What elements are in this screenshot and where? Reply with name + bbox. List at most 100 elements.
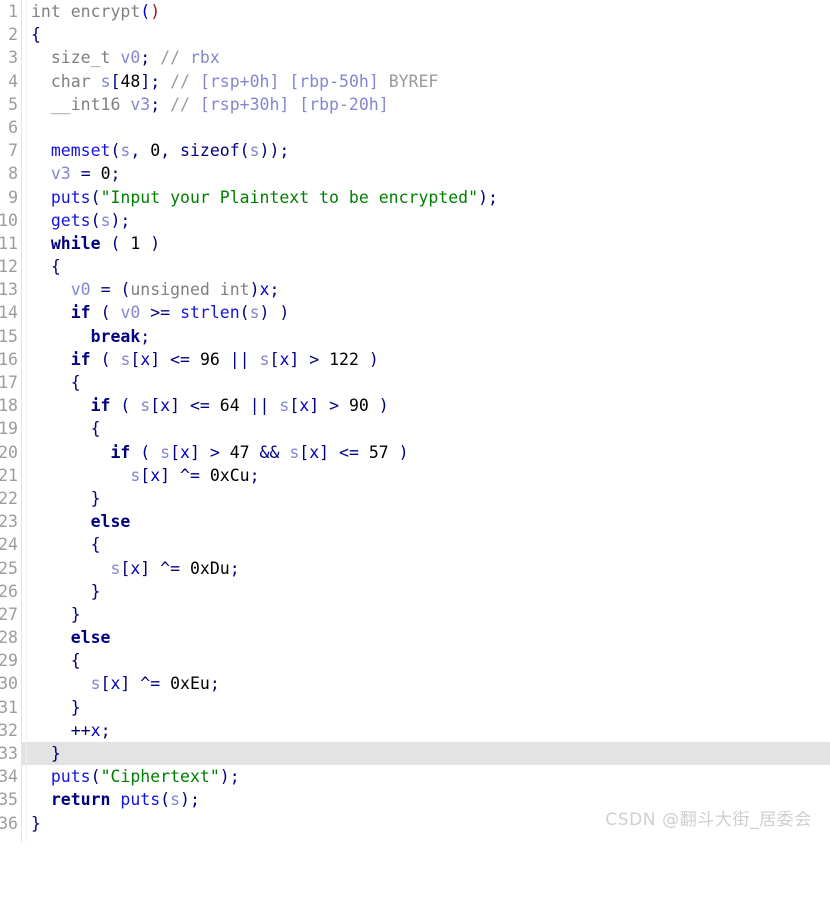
- line-content[interactable]: }: [31, 603, 81, 626]
- code-line[interactable]: 6: [0, 116, 830, 139]
- token-function-call[interactable]: gets: [51, 211, 91, 230]
- code-line[interactable]: 22 }: [0, 487, 830, 510]
- token-variable[interactable]: x: [279, 350, 289, 369]
- token-variable[interactable]: s: [120, 350, 130, 369]
- token-variable[interactable]: s: [110, 559, 120, 578]
- code-line[interactable]: 23 else: [0, 510, 830, 533]
- token-string[interactable]: "Ciphertext": [101, 767, 220, 786]
- code-line[interactable]: 2 {: [0, 23, 830, 46]
- line-content[interactable]: {: [31, 371, 81, 394]
- line-content[interactable]: }: [31, 696, 81, 719]
- code-line[interactable]: 18 if ( s[x] <= 64 || s[x] > 90 ): [0, 394, 830, 417]
- token-variable[interactable]: s: [260, 350, 270, 369]
- token-variable[interactable]: x: [150, 466, 160, 485]
- code-line[interactable]: 13 v0 = (unsigned int)x;: [0, 278, 830, 301]
- token-variable[interactable]: v3: [51, 164, 71, 183]
- code-line[interactable]: 19 {: [0, 417, 830, 440]
- code-line-container[interactable]: 1 int encrypt() 2 { 3 size_t v0; // rbx …: [0, 0, 830, 835]
- token-variable[interactable]: s: [289, 443, 299, 462]
- line-content[interactable]: {: [31, 23, 41, 46]
- token-variable[interactable]: s: [279, 396, 289, 415]
- line-content[interactable]: s[x] ^= 0xCu;: [31, 464, 259, 487]
- line-content[interactable]: if ( s[x] <= 64 || s[x] > 90 ): [31, 394, 389, 417]
- line-content[interactable]: v0 = (unsigned int)x;: [31, 278, 280, 301]
- line-content[interactable]: else: [31, 626, 111, 649]
- token-string[interactable]: "Input your Plaintext to be encrypted": [101, 188, 479, 207]
- code-line[interactable]: 5 __int16 v3; // [rsp+30h] [rbp-20h]: [0, 93, 830, 116]
- line-content[interactable]: }: [31, 487, 101, 510]
- token-variable[interactable]: v0: [71, 280, 91, 299]
- code-line[interactable]: 10 gets(s);: [0, 209, 830, 232]
- code-line[interactable]: 28 else: [0, 626, 830, 649]
- line-content[interactable]: __int16 v3; // [rsp+30h] [rbp-20h]: [31, 93, 389, 116]
- code-line[interactable]: 14 if ( v0 >= strlen(s) ): [0, 301, 830, 324]
- token-function-call[interactable]: puts: [120, 790, 160, 809]
- code-line[interactable]: 17 {: [0, 371, 830, 394]
- token-function-name[interactable]: encrypt: [71, 2, 141, 21]
- line-content[interactable]: memset(s, 0, sizeof(s));: [31, 139, 289, 162]
- line-content[interactable]: int encrypt(): [31, 0, 160, 23]
- token-variable[interactable]: v0: [120, 303, 140, 322]
- line-content[interactable]: ++x;: [31, 719, 111, 742]
- code-line[interactable]: 31 }: [0, 696, 830, 719]
- token-variable[interactable]: x: [299, 396, 309, 415]
- line-content[interactable]: v3 = 0;: [31, 162, 121, 185]
- token-variable[interactable]: s: [91, 674, 101, 693]
- token-variable[interactable]: s: [120, 141, 130, 160]
- line-content[interactable]: {: [31, 533, 101, 556]
- code-line[interactable]: 20 if ( s[x] > 47 && s[x] <= 57 ): [0, 441, 830, 464]
- token-variable[interactable]: x: [91, 721, 101, 740]
- code-line-current[interactable]: 33 }: [0, 742, 830, 766]
- token-variable[interactable]: x: [140, 350, 150, 369]
- token-variable[interactable]: x: [180, 443, 190, 462]
- code-line[interactable]: 8 v3 = 0;: [0, 162, 830, 185]
- line-content[interactable]: puts("Ciphertext");: [31, 765, 240, 788]
- code-line[interactable]: 15 break;: [0, 325, 830, 348]
- code-line[interactable]: 32 ++x;: [0, 719, 830, 742]
- code-line[interactable]: 29 {: [0, 649, 830, 672]
- line-content[interactable]: if ( v0 >= strlen(s) ): [31, 301, 290, 324]
- line-content[interactable]: {: [31, 417, 101, 440]
- code-line[interactable]: 3 size_t v0; // rbx: [0, 46, 830, 69]
- code-line[interactable]: 7 memset(s, 0, sizeof(s));: [0, 139, 830, 162]
- token-variable[interactable]: v0: [120, 48, 140, 67]
- line-content[interactable]: if ( s[x] <= 96 || s[x] > 122 ): [31, 348, 379, 371]
- token-variable[interactable]: x: [110, 674, 120, 693]
- line-content[interactable]: gets(s);: [31, 209, 131, 232]
- token-function-call[interactable]: puts: [51, 767, 91, 786]
- token-variable[interactable]: s: [140, 396, 150, 415]
- token-variable[interactable]: x: [260, 280, 270, 299]
- line-content[interactable]: }: [31, 742, 61, 765]
- token-variable[interactable]: s: [101, 211, 111, 230]
- pseudocode-view[interactable]: 1 int encrypt() 2 { 3 size_t v0; // rbx …: [0, 0, 830, 842]
- line-content[interactable]: else: [31, 510, 131, 533]
- code-line[interactable]: 16 if ( s[x] <= 96 || s[x] > 122 ): [0, 348, 830, 371]
- token-variable[interactable]: s: [130, 466, 140, 485]
- code-line[interactable]: 21 s[x] ^= 0xCu;: [0, 464, 830, 487]
- token-variable[interactable]: s: [250, 141, 260, 160]
- code-line[interactable]: 26 }: [0, 580, 830, 603]
- line-content[interactable]: }: [31, 580, 101, 603]
- token-variable[interactable]: s: [250, 303, 260, 322]
- token-variable[interactable]: x: [130, 559, 140, 578]
- token-variable[interactable]: x: [309, 443, 319, 462]
- token-variable[interactable]: s: [170, 790, 180, 809]
- token-function-call[interactable]: strlen: [180, 303, 240, 322]
- token-variable[interactable]: s: [101, 72, 111, 91]
- code-line[interactable]: 34 puts("Ciphertext");: [0, 765, 830, 788]
- line-content[interactable]: if ( s[x] > 47 && s[x] <= 57 ): [31, 441, 408, 464]
- line-content[interactable]: s[x] ^= 0xEu;: [31, 672, 220, 695]
- token-variable[interactable]: s: [160, 443, 170, 462]
- line-content[interactable]: break;: [31, 325, 151, 348]
- code-line[interactable]: 11 while ( 1 ): [0, 232, 830, 255]
- token-variable[interactable]: x: [160, 396, 170, 415]
- line-content[interactable]: char s[48]; // [rsp+0h] [rbp-50h] BYREF: [31, 70, 438, 93]
- token-function-call[interactable]: memset: [51, 141, 111, 160]
- code-line[interactable]: 4 char s[48]; // [rsp+0h] [rbp-50h] BYRE…: [0, 70, 830, 93]
- line-content[interactable]: while ( 1 ): [31, 232, 160, 255]
- code-line[interactable]: 1 int encrypt(): [0, 0, 830, 23]
- line-content[interactable]: return puts(s);: [31, 788, 200, 811]
- code-line[interactable]: 9 puts("Input your Plaintext to be encry…: [0, 186, 830, 209]
- code-line[interactable]: 27 }: [0, 603, 830, 626]
- code-line[interactable]: 12 {: [0, 255, 830, 278]
